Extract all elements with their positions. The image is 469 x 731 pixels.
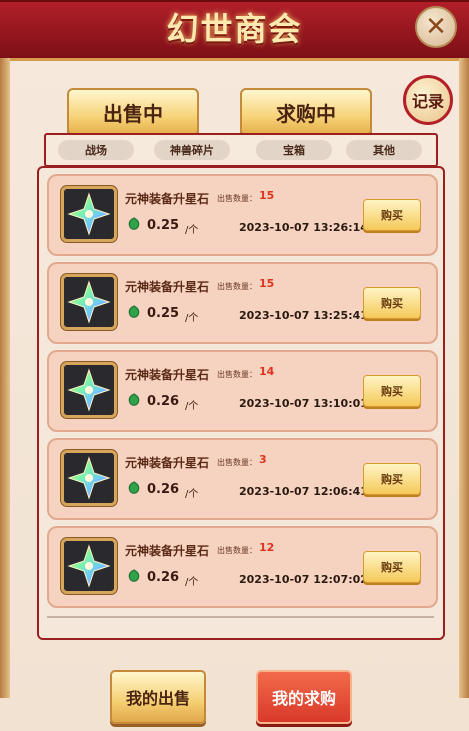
tab-buying-label: 求购中	[276, 101, 336, 126]
price-value: 0.25	[147, 218, 180, 233]
item-name: 元神装备升星石	[125, 456, 210, 470]
jade-currency-icon	[127, 568, 141, 582]
price-unit: /个	[185, 489, 199, 500]
buy-button[interactable]: 购买	[363, 199, 421, 231]
buy-button[interactable]: 购买	[363, 375, 421, 407]
buy-label: 购买	[381, 209, 403, 222]
my-sell-button[interactable]: 我的出售	[110, 670, 206, 724]
price-value: 0.25	[147, 306, 180, 321]
records-label: 记录	[411, 92, 444, 111]
page-title: 幻世商会	[166, 10, 303, 48]
listing-row: 元神装备升星石 出售数量： 14 0.26/个 2023-10-07 13:10:01 购…	[47, 350, 438, 432]
tab-selling-label: 出售中	[103, 101, 163, 126]
buy-label: 购买	[381, 473, 403, 486]
item-icon-frame[interactable]	[61, 538, 117, 594]
item-name: 元神装备升星石	[125, 280, 210, 294]
listing-time: 2023-10-07 13:25:41	[239, 309, 368, 322]
item-icon-frame[interactable]	[61, 362, 117, 418]
item-name: 元神装备升星石	[125, 544, 210, 558]
market-window: 幻世商会 ✕ 出售中 求购中 记录 战场 神兽碎片 宝箱 其他 元神装备升星石出…	[0, 0, 469, 731]
category-label: 神兽碎片	[170, 144, 214, 157]
tab-selling[interactable]: 出售中	[67, 88, 199, 136]
close-button[interactable]: ✕	[415, 6, 457, 48]
price-unit: /个	[185, 577, 199, 588]
price-unit: /个	[185, 225, 199, 236]
my-buy-label: 我的求购	[271, 689, 336, 708]
category-label: 宝箱	[283, 144, 305, 157]
jade-currency-icon	[127, 480, 141, 494]
buy-label: 购买	[381, 561, 403, 574]
category-beast-fragments[interactable]: 神兽碎片	[154, 140, 230, 160]
item-name: 元神装备升星石	[125, 192, 210, 206]
category-label: 其他	[373, 144, 395, 157]
item-icon-frame[interactable]	[61, 450, 117, 506]
my-buy-button[interactable]: 我的求购	[256, 670, 352, 724]
list-divider	[47, 616, 434, 618]
buy-button[interactable]: 购买	[363, 551, 421, 583]
listing-time: 2023-10-07 12:07:02	[239, 573, 368, 586]
category-label: 战场	[85, 144, 107, 157]
quantity-value: 3	[259, 453, 267, 466]
quantity-label: 出售数量：	[217, 194, 257, 203]
close-icon: ✕	[425, 12, 447, 42]
records-button[interactable]: 记录	[403, 75, 453, 125]
listing-row: 元神装备升星石 出售数量： 3 0.26/个 2023-10-07 12:06:41 购买	[47, 438, 438, 520]
listing-time: 2023-10-07 12:06:41	[239, 485, 368, 498]
category-bar: 战场 神兽碎片 宝箱 其他	[44, 133, 438, 167]
header-bar: 幻世商会 ✕	[0, 0, 469, 61]
category-battlefield[interactable]: 战场	[58, 140, 134, 160]
quantity-value: 12	[259, 541, 275, 554]
quantity-label: 出售数量：	[217, 546, 257, 555]
listing-panel[interactable]: 元神装备升星石 出售数量： 15 0.25/个 2023-10-07 13:26:14 购…	[37, 166, 445, 640]
listing-time: 2023-10-07 13:10:01	[239, 397, 368, 410]
listing-row: 元神装备升星石 出售数量： 12 0.26/个 2023-10-07 12:07:02 购…	[47, 526, 438, 608]
item-name: 元神装备升星石	[125, 368, 210, 382]
buy-button[interactable]: 购买	[363, 463, 421, 495]
jade-currency-icon	[127, 392, 141, 406]
quantity-label: 出售数量：	[217, 370, 257, 379]
item-icon-frame[interactable]	[61, 186, 117, 242]
quantity-value: 15	[259, 189, 275, 202]
quantity-value: 15	[259, 277, 275, 290]
buy-button[interactable]: 购买	[363, 287, 421, 319]
my-sell-label: 我的出售	[125, 689, 190, 708]
left-border	[0, 58, 10, 698]
listing-row: 元神装备升星石 出售数量： 15 0.25/个 2023-10-07 13:25:41 购…	[47, 262, 438, 344]
tab-buying[interactable]: 求购中	[240, 88, 372, 136]
price-value: 0.26	[147, 394, 180, 409]
jade-currency-icon	[127, 216, 141, 230]
price-value: 0.26	[147, 570, 180, 585]
quantity-label: 出售数量：	[217, 458, 257, 467]
price-unit: /个	[185, 401, 199, 412]
price-unit: /个	[185, 313, 199, 324]
buy-label: 购买	[381, 297, 403, 310]
quantity-value: 14	[259, 365, 275, 378]
listing-time: 2023-10-07 13:26:14	[239, 221, 368, 234]
price-value: 0.26	[147, 482, 180, 497]
listing-row: 元神装备升星石 出售数量： 15 0.25/个 2023-10-07 13:26:14 购…	[47, 174, 438, 256]
quantity-label: 出售数量：	[217, 282, 257, 291]
buy-label: 购买	[381, 385, 403, 398]
item-icon-frame[interactable]	[61, 274, 117, 330]
category-chest[interactable]: 宝箱	[256, 140, 332, 160]
right-border	[459, 58, 469, 698]
jade-currency-icon	[127, 304, 141, 318]
category-other[interactable]: 其他	[346, 140, 422, 160]
